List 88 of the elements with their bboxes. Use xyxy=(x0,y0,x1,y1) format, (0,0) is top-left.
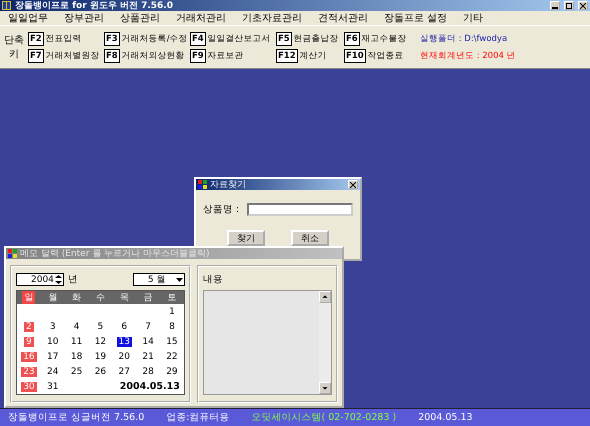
menu-item[interactable]: 상품관리 xyxy=(114,11,170,25)
calendar-day[interactable]: 9 xyxy=(24,336,34,346)
menu-item[interactable]: 견적서관리 xyxy=(312,11,378,25)
calendar-day[interactable]: 26 xyxy=(92,366,108,376)
status-text: 장돌뱅이프로 싱글버전 7.56.0 xyxy=(8,411,144,424)
calendar-day[interactable]: 17 xyxy=(45,352,60,362)
weekday-label: 일 xyxy=(22,291,36,304)
spinner-arrows-icon xyxy=(54,274,63,285)
calendar-day[interactable]: 25 xyxy=(68,366,84,376)
field-label: 상품명 : xyxy=(202,203,240,216)
calendar-day[interactable]: 2 xyxy=(24,322,34,332)
year-suffix: 년 xyxy=(68,273,78,286)
calendar-day[interactable]: 4 xyxy=(72,322,82,332)
calendar-day[interactable]: 15 xyxy=(164,336,180,346)
shortcut-button[interactable]: F4 일일결산보고서 xyxy=(190,32,271,46)
calendar-day[interactable]: 28 xyxy=(140,366,156,376)
calendar-day[interactable]: 14 xyxy=(140,336,156,346)
calendar-day[interactable]: 21 xyxy=(140,352,156,362)
selected-date: 2004.05.13 xyxy=(120,381,181,392)
shortcut-button[interactable]: F10 작업종료 xyxy=(344,48,404,62)
menu-item[interactable]: 거래처관리 xyxy=(170,11,236,25)
calendar-day[interactable]: 10 xyxy=(45,336,60,346)
calendar-day[interactable]: 11 xyxy=(68,336,84,346)
year-spinner[interactable]: 2004 xyxy=(16,273,64,286)
calendar-day[interactable]: 12 xyxy=(92,336,108,346)
calendar-day[interactable]: 19 xyxy=(92,352,108,362)
input-field[interactable] xyxy=(247,203,354,216)
month-select[interactable]: 5 월 xyxy=(132,273,185,286)
weekday-label: 월 xyxy=(47,292,58,304)
calendar-day[interactable]: 3 xyxy=(48,322,58,332)
memo-label: 내용 xyxy=(202,273,224,286)
weekday-label: 화 xyxy=(71,292,82,304)
status-text: 오딧세이시스템( 02-702-0283 ) xyxy=(251,411,396,424)
dialog-button[interactable]: 취소 xyxy=(291,230,329,246)
calendar-day[interactable]: 1 xyxy=(167,306,177,316)
calendar-day[interactable]: 22 xyxy=(164,352,180,362)
app-icon xyxy=(8,249,17,258)
maximize-button[interactable] xyxy=(564,1,574,10)
shortcut-button[interactable]: F2 전표입력 xyxy=(28,32,82,46)
info-text: 실행폴더 : D:\fwodya xyxy=(420,32,508,44)
shortcut-button[interactable]: F8 거래처외상현황 xyxy=(104,48,185,62)
calendar-day[interactable]: 27 xyxy=(116,366,132,376)
minimize-button[interactable] xyxy=(550,1,560,10)
menu-item[interactable]: 일일업무 xyxy=(2,11,58,25)
calendar-day[interactable]: 24 xyxy=(45,366,60,376)
status-text: 업종:컴퓨터용 xyxy=(166,411,230,424)
calendar-day[interactable]: 8 xyxy=(167,322,177,332)
calendar-day[interactable]: 13 xyxy=(116,336,132,346)
calendar-day[interactable]: 7 xyxy=(143,322,153,332)
calendar-day[interactable]: 29 xyxy=(164,366,180,376)
calendar-day[interactable]: 20 xyxy=(116,352,132,362)
info-text: 현재회계년도 : 2004 년 xyxy=(420,50,516,62)
shortcut-button[interactable]: F9 자료보관 xyxy=(190,48,244,62)
close-button[interactable] xyxy=(578,1,588,10)
calendar-day[interactable]: 18 xyxy=(68,352,84,362)
shortcut-button[interactable]: F3 거래처등록/수정 xyxy=(104,32,188,46)
window-title: 장돌뱅이프로 for 윈도우 버전 7.56.0 xyxy=(15,0,174,12)
shortcut-button[interactable]: F6 재고수불장 xyxy=(344,32,407,46)
dialog-button[interactable]: 찾기 xyxy=(227,230,265,246)
calendar-day[interactable]: 16 xyxy=(21,352,37,362)
menu-item[interactable]: 장돌프로 설정 xyxy=(378,11,458,25)
close-button[interactable] xyxy=(348,180,358,189)
dialog-title: 자료찾기 xyxy=(210,179,247,191)
shortcut-button[interactable]: F12 계산기 xyxy=(276,48,327,62)
scroll-down-icon[interactable] xyxy=(319,382,331,394)
calendar-day[interactable]: 23 xyxy=(21,366,37,376)
calendar-day[interactable]: 5 xyxy=(96,322,106,332)
calendar-day[interactable]: 6 xyxy=(119,322,130,332)
shortcut-label: 단축키 xyxy=(3,34,25,61)
weekday-label: 목 xyxy=(118,292,130,304)
app-icon xyxy=(2,1,11,10)
shortcut-button[interactable]: F7 거래처별원장 xyxy=(28,48,100,62)
scroll-up-icon[interactable] xyxy=(319,291,331,303)
calendar-day[interactable]: 30 xyxy=(21,382,37,392)
weekday-label: 토 xyxy=(166,292,178,304)
app-icon xyxy=(198,180,207,189)
window-title: 메모 달력 (Enter 를 누르거나 마우스더블클릭) xyxy=(20,248,210,260)
menu-item[interactable]: 장부관리 xyxy=(58,11,114,25)
weekday-label: 수 xyxy=(94,292,106,304)
menu-item[interactable]: 기초자료관리 xyxy=(236,11,312,25)
shortcut-button[interactable]: F5 현금출납장 xyxy=(276,32,339,46)
menu-item[interactable]: 기타 xyxy=(457,11,494,25)
calendar-day[interactable]: 31 xyxy=(45,382,60,392)
dropdown-icon xyxy=(174,275,184,284)
maximize-icon xyxy=(566,2,572,8)
status-text: 2004.05.13 xyxy=(418,412,473,423)
memo-field[interactable] xyxy=(202,290,332,395)
weekday-label: 금 xyxy=(142,292,154,304)
